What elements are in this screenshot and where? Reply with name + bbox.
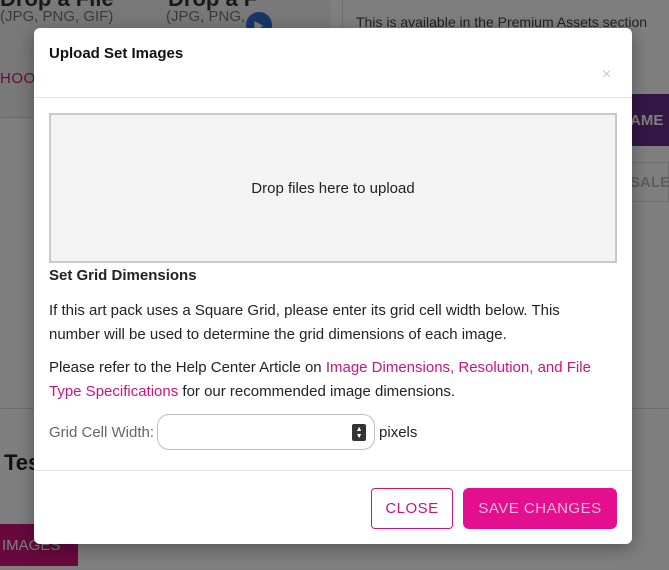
modal-header: Upload Set Images ×	[34, 28, 632, 98]
grid-cell-input-wrapper: ▲ ▼	[157, 414, 376, 450]
file-dropzone[interactable]: Drop files here to upload	[49, 113, 617, 263]
modal-title: Upload Set Images	[49, 45, 184, 62]
grid-cell-label: Grid Cell Width:	[49, 423, 155, 441]
chevron-up-icon[interactable]: ▲	[356, 426, 363, 433]
grid-cell-row: Grid Cell Width: ▲ ▼ pixels	[49, 414, 417, 450]
grid-info-paragraph: If this art pack uses a Square Grid, ple…	[49, 302, 560, 343]
save-changes-button[interactable]: SAVE CHANGES	[463, 488, 617, 529]
grid-cell-width-input[interactable]	[158, 415, 375, 449]
grid-cell-unit: pixels	[379, 423, 418, 441]
help-reference-paragraph: Please refer to the Help Center Article …	[49, 356, 609, 404]
grid-dimensions-heading: Set Grid Dimensions	[49, 267, 197, 284]
modal-footer: CLOSE SAVE CHANGES	[34, 470, 632, 544]
close-icon[interactable]: ×	[602, 66, 611, 84]
upload-set-images-modal: Upload Set Images × Drop files here to u…	[34, 28, 632, 544]
number-stepper-icon[interactable]: ▲ ▼	[352, 424, 367, 441]
help-text-after: for our recommended image dimensions.	[178, 383, 456, 400]
close-button[interactable]: CLOSE	[371, 488, 453, 529]
chevron-down-icon[interactable]: ▼	[356, 433, 363, 440]
dropzone-text: Drop files here to upload	[251, 179, 415, 197]
help-text-before: Please refer to the Help Center Article …	[49, 359, 326, 376]
